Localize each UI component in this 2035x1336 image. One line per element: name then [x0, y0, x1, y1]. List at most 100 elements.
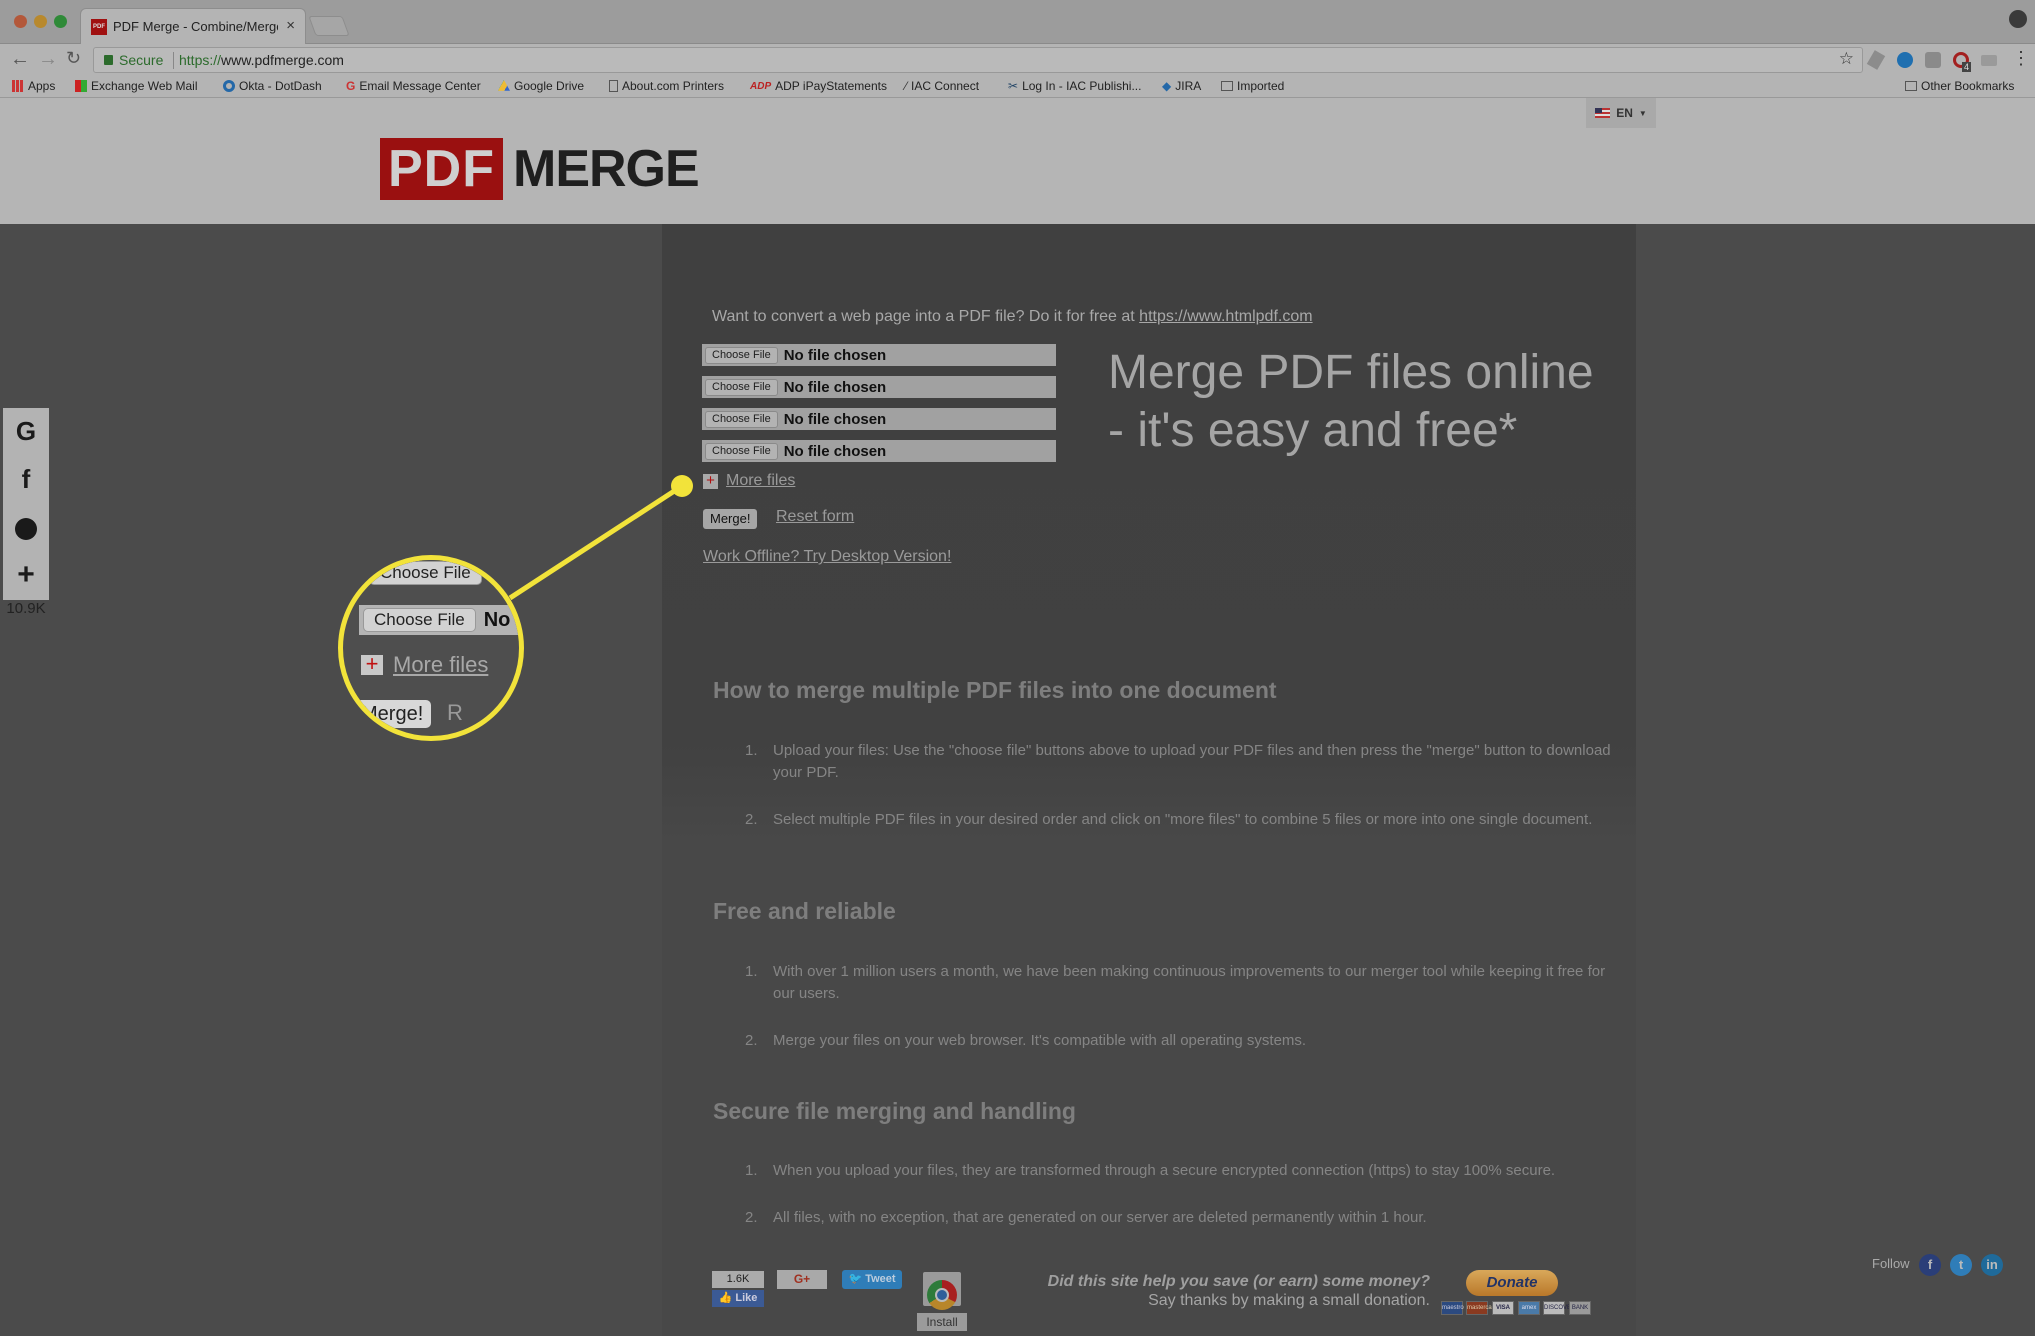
file-status: No file chosen: [783, 378, 887, 396]
donate-question: Did this site help you save (or earn) so…: [1047, 1273, 1430, 1290]
facebook-follow-icon[interactable]: f: [1919, 1254, 1941, 1276]
bookmark-iac-connect[interactable]: ⁄ IAC Connect: [905, 79, 979, 93]
windows-icon: [75, 80, 87, 92]
bookmark-exchange[interactable]: Exchange Web Mail: [75, 79, 198, 93]
twitter-follow-icon[interactable]: t: [1950, 1254, 1972, 1276]
section-heading: How to merge multiple PDF files into one…: [713, 677, 1277, 703]
browser-tabstrip: PDF PDF Merge - Combine/Merge PDF ×: [0, 0, 2035, 44]
choose-file-button[interactable]: Choose File: [705, 442, 778, 460]
more-files-link[interactable]: More files: [726, 472, 795, 490]
list-item: 1. Upload your files: Use the "choose fil…: [745, 742, 1611, 781]
other-bookmarks[interactable]: Other Bookmarks: [1905, 79, 2014, 93]
file-input-1[interactable]: Choose File No file chosen: [702, 344, 1056, 366]
bookmark-imported[interactable]: Imported: [1221, 79, 1284, 93]
site-header: [0, 98, 2035, 224]
lens-more-files: More files: [393, 652, 489, 677]
file-input-4[interactable]: Choose File No file chosen: [702, 440, 1056, 462]
thumbs-up-icon: 👍: [718, 1292, 736, 1304]
lens-file-status: No: [483, 608, 511, 631]
tweet-button[interactable]: 🐦 Tweet: [842, 1270, 902, 1289]
amex-card-icon: amex: [1518, 1301, 1540, 1315]
more-share-icon[interactable]: +: [3, 558, 49, 592]
htmlpdf-promo: Want to convert a web page into a PDF fi…: [712, 308, 1313, 325]
url-text[interactable]: https://www.pdfmerge.com: [179, 52, 344, 68]
extension-m-icon[interactable]: [1897, 52, 1913, 68]
profile-icon[interactable]: [2009, 10, 2027, 28]
close-window-button[interactable]: [14, 15, 27, 28]
donate-button[interactable]: Donate: [1466, 1270, 1558, 1296]
choose-file-button[interactable]: Choose File: [705, 378, 778, 396]
file-input-2[interactable]: Choose File No file chosen: [702, 376, 1056, 398]
bookmark-adp[interactable]: ADP ADP iPayStatements: [750, 79, 887, 93]
reset-form-link[interactable]: Reset form: [776, 508, 854, 526]
desktop-version-link[interactable]: Work Offline? Try Desktop Version!: [703, 548, 951, 566]
mastercard-icon: mastercard: [1466, 1301, 1497, 1315]
twitter-bird-icon: 🐦: [848, 1273, 866, 1285]
reload-icon[interactable]: ↻: [66, 48, 81, 69]
bookmarks-bar: Apps Exchange Web Mail Okta - DotDash GE…: [0, 76, 2035, 98]
lens-merge-button: Merge!: [353, 700, 432, 728]
browser-tab[interactable]: PDF PDF Merge - Combine/Merge PDF ×: [80, 8, 306, 44]
more-files-control[interactable]: + More files: [703, 472, 795, 490]
file-input-3[interactable]: Choose File No file chosen: [702, 408, 1056, 430]
list-item: 1. When you upload your files, they are t…: [745, 1162, 1556, 1179]
facebook-share-icon[interactable]: f: [3, 464, 49, 495]
browser-toolbar: ← → ↻ Secure https://www.pdfmerge.com ☆ …: [0, 44, 2035, 76]
close-tab-icon[interactable]: ×: [286, 17, 295, 34]
list-item: 2. Merge your files on your web browser. …: [745, 1032, 1307, 1049]
bank-icon: BANK: [1569, 1301, 1591, 1315]
bookmark-jira[interactable]: ◆ JIRA: [1162, 79, 1201, 93]
discover-card-icon: DISCOVER: [1543, 1301, 1575, 1315]
bookmark-okta[interactable]: Okta - DotDash: [223, 79, 322, 93]
adp-icon: ADP: [750, 80, 772, 92]
lens-choose-file-button: Choose File: [363, 608, 476, 632]
lock-icon: [104, 55, 113, 65]
file-status: No file chosen: [783, 410, 887, 428]
lens-plus-icon: +: [361, 653, 383, 675]
bookmark-star-icon[interactable]: ☆: [1839, 49, 1854, 69]
new-tab-button[interactable]: [308, 16, 350, 36]
camera-icon[interactable]: [1925, 52, 1941, 68]
hero-heading: Merge PDF files online - it's easy and f…: [1108, 346, 1594, 457]
forward-icon[interactable]: →: [38, 48, 58, 71]
maestro-card-icon: maestro: [1441, 1301, 1464, 1315]
facebook-like-button[interactable]: 👍 Like: [712, 1290, 764, 1307]
choose-file-button[interactable]: Choose File: [705, 410, 778, 428]
follow-label: Follow: [1872, 1256, 1910, 1271]
google-plus-button[interactable]: G+: [777, 1270, 827, 1289]
file-status: No file chosen: [783, 442, 887, 460]
site-logo[interactable]: PDF MERGE: [380, 138, 700, 200]
quill-icon: ⁄: [905, 79, 908, 93]
bookmark-email-center[interactable]: G Email Message Center: [346, 79, 481, 93]
language-selector[interactable]: EN ▼: [1586, 98, 1656, 128]
google-share-icon[interactable]: G: [3, 416, 49, 447]
lens-choose-file-button: Choose File: [369, 561, 482, 585]
extension-badge-count: 4: [1962, 62, 1972, 72]
jira-icon: ◆: [1162, 79, 1172, 93]
bookmark-iac-publishing[interactable]: ✂ Log In - IAC Publishi...: [1008, 79, 1141, 93]
bookmark-about-printers[interactable]: About.com Printers: [609, 79, 724, 93]
bookmark-apps[interactable]: Apps: [12, 79, 55, 93]
linkedin-follow-icon[interactable]: in: [1981, 1254, 2003, 1276]
logo-pdf: PDF: [380, 138, 503, 200]
extension-feather-icon[interactable]: [1866, 50, 1886, 70]
minimize-window-button[interactable]: [34, 15, 47, 28]
plus-icon[interactable]: +: [703, 473, 718, 489]
cast-icon[interactable]: [1981, 55, 1997, 66]
back-icon[interactable]: ←: [10, 48, 30, 71]
htmlpdf-link[interactable]: https://www.htmlpdf.com: [1139, 308, 1312, 325]
chrome-webstore-icon[interactable]: [921, 1266, 963, 1310]
address-bar[interactable]: Secure https://www.pdfmerge.com ☆: [93, 47, 1863, 73]
choose-file-button[interactable]: Choose File: [705, 346, 778, 364]
file-status: No file chosen: [783, 346, 887, 364]
install-button[interactable]: Install: [917, 1313, 967, 1331]
list-item: 2. All files, with no exception, that are…: [745, 1209, 1427, 1226]
bookmark-google-drive[interactable]: Google Drive: [498, 79, 584, 93]
menu-kebab-icon[interactable]: ⋮: [2012, 48, 2030, 69]
messenger-share-icon[interactable]: [3, 518, 49, 546]
section-heading: Secure file merging and handling: [713, 1098, 1076, 1124]
callout-line: [508, 483, 684, 601]
list-item: 2. Select multiple PDF files in your desi…: [745, 811, 1593, 828]
merge-button[interactable]: Merge!: [703, 509, 758, 529]
maximize-window-button[interactable]: [54, 15, 67, 28]
